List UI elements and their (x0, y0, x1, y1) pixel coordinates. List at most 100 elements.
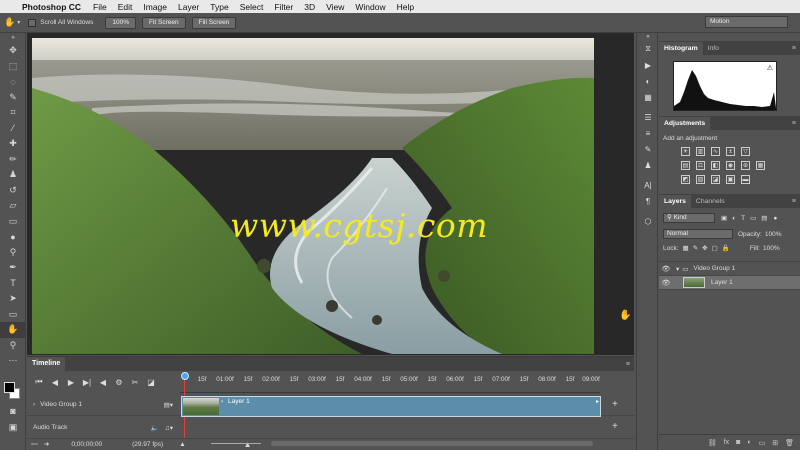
filter-toggle-icon[interactable]: ● (773, 215, 777, 222)
color-lookup-icon[interactable]: ▦ (756, 161, 765, 170)
brightness-contrast-icon[interactable]: ☀ (681, 147, 690, 156)
menu-file[interactable]: File (93, 2, 107, 12)
link-layers-icon[interactable]: ⛓ (708, 439, 717, 447)
new-adjustment-icon[interactable]: ◐ (747, 439, 751, 446)
panel-menu-icon[interactable]: ≡ (792, 117, 796, 130)
film-strip-icon[interactable]: ▤▾ (164, 401, 173, 409)
layer-group-row[interactable]: 👁 ▾ ▭ Video Group 1 (659, 262, 800, 276)
crop-tool-icon[interactable]: ⌗ (0, 105, 26, 121)
eraser-tool-icon[interactable]: ▱ (0, 198, 26, 214)
filter-adjustment-icon[interactable]: ◐ (732, 215, 736, 222)
path-select-tool-icon[interactable]: ➤ (0, 291, 26, 307)
brush-tool-icon[interactable]: ✏ (0, 152, 26, 168)
gradient-map-icon[interactable]: ▬ (741, 175, 750, 184)
blur-tool-icon[interactable]: ● (0, 229, 26, 245)
menu-image[interactable]: Image (143, 2, 167, 12)
quick-mask-icon[interactable]: ◙ (0, 403, 26, 419)
warning-icon[interactable]: ⚠ (767, 64, 773, 72)
brush-panel-icon[interactable]: ✎ (638, 141, 658, 157)
volume-icon[interactable]: 🔈 (151, 424, 159, 432)
posterize-icon[interactable]: ▨ (696, 175, 705, 184)
blend-mode-select[interactable]: Normal (663, 229, 733, 239)
menu-window[interactable]: Window (355, 2, 385, 12)
first-frame-icon[interactable]: ⏮ (31, 377, 47, 387)
menu-type[interactable]: Type (210, 2, 228, 12)
zoom-in-mountain-icon[interactable]: ▲ (244, 440, 252, 449)
black-white-icon[interactable]: ◧ (711, 161, 720, 170)
convert-frames-icon[interactable]: ▫▫▫ (31, 441, 38, 448)
transition-icon[interactable]: ◪ (143, 378, 159, 387)
fit-screen-button[interactable]: Fit Screen (141, 16, 186, 29)
clone-source-panel-icon[interactable]: ♟ (638, 157, 658, 173)
pen-tool-icon[interactable]: ✒ (0, 260, 26, 276)
lock-all-icon[interactable]: 🔒 (722, 244, 730, 252)
swatches-panel-icon[interactable]: ▦ (638, 89, 658, 105)
lock-pixels-icon[interactable]: ✎ (693, 244, 698, 252)
audio-track-name[interactable]: Audio Track (33, 424, 67, 431)
music-note-icon[interactable]: ♫▾ (165, 424, 173, 432)
marquee-tool-icon[interactable]: ⬚ (0, 59, 26, 75)
tab-adjustments[interactable]: Adjustments (659, 117, 711, 130)
channel-mixer-icon[interactable]: ⊕ (741, 161, 750, 170)
visibility-eye-icon[interactable]: 👁 (659, 265, 673, 273)
tab-layers[interactable]: Layers (659, 195, 691, 208)
render-icon[interactable]: ➜ (44, 440, 49, 448)
expand-chevron-icon[interactable]: › (33, 401, 35, 408)
layer-row[interactable]: 👁 Layer 1 (659, 276, 800, 290)
new-group-icon[interactable]: ▭ (759, 439, 766, 447)
eyedropper-tool-icon[interactable]: ⁄ (0, 121, 26, 137)
lock-transparency-icon[interactable]: ▦ (683, 244, 689, 252)
actions-panel-icon[interactable]: ▶ (638, 57, 658, 73)
filter-shape-icon[interactable]: ▭ (750, 214, 756, 222)
tool-preset-chevron-icon[interactable]: ▾ (17, 19, 20, 26)
vibrance-icon[interactable]: ▽ (741, 147, 750, 156)
paragraph-panel-icon[interactable]: ¶ (638, 193, 658, 209)
hand-tool-icon[interactable]: ✋ (0, 322, 26, 338)
lock-artboard-icon[interactable]: ▢ (712, 244, 718, 252)
video-clip[interactable]: › Layer 1 ▸ (181, 396, 601, 417)
workspace-select[interactable]: Motion (705, 16, 788, 28)
app-name[interactable]: Photoshop CC (22, 2, 81, 12)
type-tool-icon[interactable]: T (0, 276, 26, 292)
color-panel-icon[interactable]: ◐ (638, 73, 658, 89)
fill-value[interactable]: 100% (763, 245, 780, 252)
split-scissors-icon[interactable]: ✂ (127, 378, 143, 387)
menu-filter[interactable]: Filter (274, 2, 293, 12)
curves-icon[interactable]: ∿ (711, 147, 720, 156)
properties-panel-icon[interactable]: ☰ (638, 109, 658, 125)
add-audio-button[interactable]: + (612, 421, 618, 432)
timeline-scrollbar[interactable] (271, 441, 593, 446)
more-tools-icon[interactable]: ⋯ (0, 353, 26, 369)
tab-channels[interactable]: Channels (691, 195, 730, 208)
threshold-icon[interactable]: ◪ (711, 175, 720, 184)
zoom-out-mountain-icon[interactable]: ▲ (179, 441, 185, 448)
quick-select-tool-icon[interactable]: ✎ (0, 90, 26, 106)
clip-chevron-icon[interactable]: › (221, 398, 223, 405)
timeline-zoom-slider[interactable] (211, 443, 261, 444)
levels-icon[interactable]: ▥ (696, 147, 705, 156)
filter-pixel-icon[interactable]: ▣ (721, 214, 727, 222)
delete-layer-icon[interactable]: 🗑 (785, 439, 794, 447)
dodge-tool-icon[interactable]: ⚲ (0, 245, 26, 261)
history-brush-tool-icon[interactable]: ↺ (0, 183, 26, 199)
visibility-eye-icon[interactable]: 👁 (659, 279, 673, 287)
menu-edit[interactable]: Edit (118, 2, 133, 12)
selective-color-icon[interactable]: ▣ (726, 175, 735, 184)
menu-help[interactable]: Help (397, 2, 414, 12)
opacity-value[interactable]: 100% (765, 231, 782, 238)
new-layer-icon[interactable]: ⊞ (772, 439, 778, 447)
panel-menu-icon[interactable]: ≡ (792, 195, 796, 208)
next-frame-icon[interactable]: ▶| (79, 378, 95, 387)
gradient-tool-icon[interactable]: ▭ (0, 214, 26, 230)
play-icon[interactable]: ▶ (63, 378, 79, 387)
hand-tool-icon[interactable]: ✋ (4, 17, 15, 28)
character-panel-icon[interactable]: A| (638, 177, 658, 193)
zoom-tool-icon[interactable]: ⚲ (0, 338, 26, 354)
clone-stamp-tool-icon[interactable]: ♟ (0, 167, 26, 183)
collapse-toolbar-icon[interactable]: » (0, 33, 26, 43)
menu-view[interactable]: View (326, 2, 344, 12)
zoom-100-button[interactable]: 100% (105, 16, 136, 29)
tab-histogram[interactable]: Histogram (659, 42, 703, 55)
panel-menu-icon[interactable]: ≡ (626, 361, 630, 368)
playhead-handle[interactable] (181, 372, 189, 380)
